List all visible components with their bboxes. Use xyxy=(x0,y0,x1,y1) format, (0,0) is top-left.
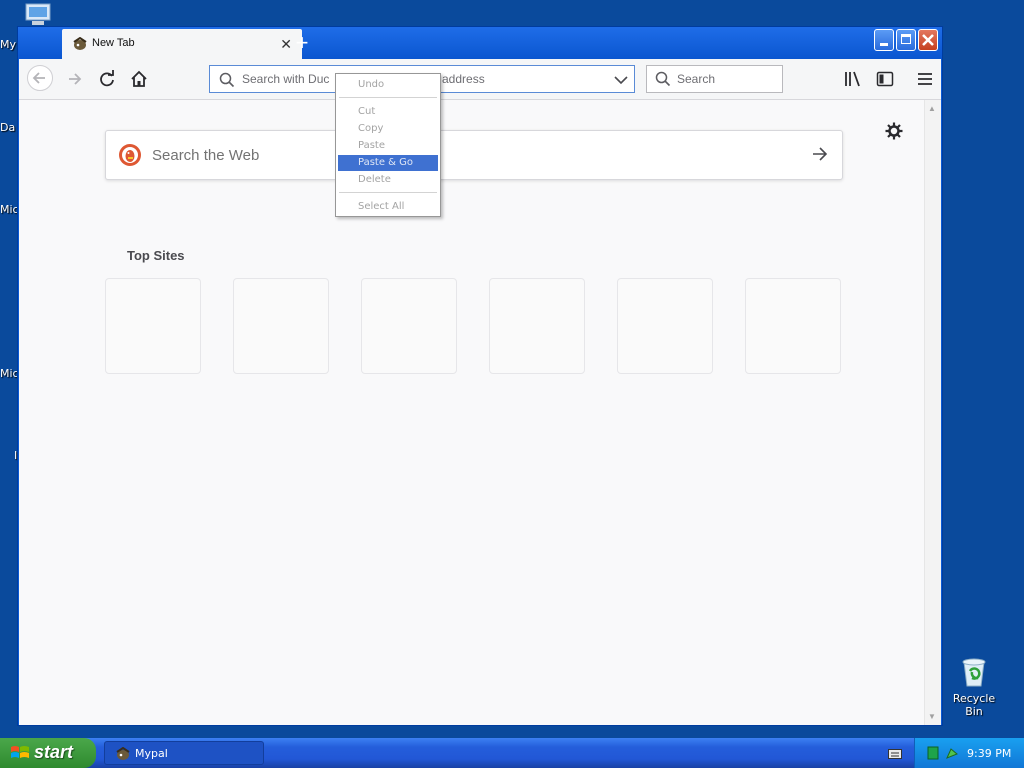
url-placeholder-left: Search with Duc xyxy=(242,72,330,86)
scroll-up-arrow-icon[interactable]: ▲ xyxy=(928,104,936,113)
taskbar-item-mypal[interactable]: Mypal xyxy=(104,741,264,765)
close-icon xyxy=(922,34,934,46)
top-site-tile[interactable] xyxy=(489,278,585,374)
desktop-label-4[interactable]: Mic xyxy=(0,367,19,380)
desktop-label-2[interactable]: Da xyxy=(0,121,15,134)
search-icon xyxy=(219,72,235,88)
menu-item-delete[interactable]: Delete xyxy=(338,172,438,188)
tab-title: New Tab xyxy=(92,37,135,49)
recycle-bin-icon xyxy=(962,658,986,687)
gear-icon[interactable] xyxy=(885,122,903,140)
top-site-tile[interactable] xyxy=(233,278,329,374)
recycle-bin[interactable]: Recycle Bin xyxy=(944,656,1004,718)
mypal-icon xyxy=(116,747,130,760)
keyboard-icon[interactable] xyxy=(888,749,902,759)
my-computer-icon[interactable] xyxy=(22,2,54,28)
minimize-button[interactable] xyxy=(874,29,894,51)
top-site-tile[interactable] xyxy=(617,278,713,374)
home-icon xyxy=(131,70,147,87)
web-search-box[interactable]: Search the Web xyxy=(105,130,843,180)
menu-item-undo[interactable]: Undo xyxy=(338,77,438,93)
title-bar[interactable]: New Tab ✕ + xyxy=(18,27,942,59)
nav-toolbar: Search with Duc address Search xyxy=(19,59,941,100)
scroll-down-arrow-icon[interactable]: ▼ xyxy=(928,712,936,721)
maximize-button[interactable] xyxy=(896,29,916,51)
clock[interactable]: 9:39 PM xyxy=(967,747,1011,760)
arrow-right-icon[interactable] xyxy=(810,144,830,164)
chevron-down-icon[interactable] xyxy=(614,75,628,85)
search-placeholder: Search xyxy=(677,72,716,86)
network-icon[interactable] xyxy=(927,746,939,760)
menu-item-select-all[interactable]: Select All xyxy=(338,199,438,215)
desktop-label-3[interactable]: Mic xyxy=(0,203,19,216)
search-bar[interactable]: Search xyxy=(646,65,783,93)
taskbar-item-label: Mypal xyxy=(135,747,168,760)
vertical-scrollbar[interactable]: ▲ ▼ xyxy=(924,100,941,725)
back-button[interactable] xyxy=(27,65,53,91)
home-button[interactable] xyxy=(127,67,151,91)
browser-window: New Tab ✕ + Search with Duc address Sear… xyxy=(17,26,943,726)
menu-item-copy[interactable]: Copy xyxy=(338,121,438,137)
new-tab-plus-icon[interactable]: + xyxy=(290,31,314,55)
close-button[interactable] xyxy=(918,29,938,51)
library-icon[interactable] xyxy=(843,69,863,89)
menu-icon[interactable] xyxy=(915,69,935,89)
windows-logo-icon xyxy=(11,746,29,758)
back-arrow-icon xyxy=(32,72,45,84)
desktop-label-1[interactable]: My xyxy=(0,38,16,51)
system-tray: 9:39 PM xyxy=(914,738,1024,768)
reload-button[interactable] xyxy=(95,67,119,91)
top-site-tile[interactable] xyxy=(105,278,201,374)
new-tab-page: Search the Web Top Sites ▲ ▼ xyxy=(19,100,941,725)
start-button[interactable]: start xyxy=(0,738,96,768)
menu-item-cut[interactable]: Cut xyxy=(338,104,438,120)
context-menu: Undo Cut Copy Paste Paste & Go Delete Se… xyxy=(335,73,441,217)
menu-item-paste-and-go[interactable]: Paste & Go xyxy=(338,155,438,171)
duckduckgo-logo-icon xyxy=(119,144,141,166)
tab-new-tab[interactable]: New Tab ✕ xyxy=(62,29,302,59)
safely-remove-icon[interactable] xyxy=(945,746,959,760)
sidebar-icon[interactable] xyxy=(875,69,895,89)
url-placeholder-right: address xyxy=(442,72,485,86)
top-site-tile[interactable] xyxy=(361,278,457,374)
forward-button[interactable] xyxy=(63,67,87,91)
forward-arrow-icon xyxy=(69,73,82,85)
top-site-tile[interactable] xyxy=(745,278,841,374)
menu-item-paste[interactable]: Paste xyxy=(338,138,438,154)
search-icon xyxy=(655,71,671,87)
reload-icon xyxy=(100,70,114,87)
web-search-placeholder: Search the Web xyxy=(152,147,260,164)
start-label: start xyxy=(34,742,74,762)
mypal-favicon-icon xyxy=(73,37,87,50)
menu-separator xyxy=(339,192,437,193)
top-sites-heading: Top Sites xyxy=(127,248,185,263)
menu-separator xyxy=(339,97,437,98)
recycle-bin-label: Recycle Bin xyxy=(952,692,996,718)
taskbar: start Mypal 9:39 PM xyxy=(0,738,1024,768)
